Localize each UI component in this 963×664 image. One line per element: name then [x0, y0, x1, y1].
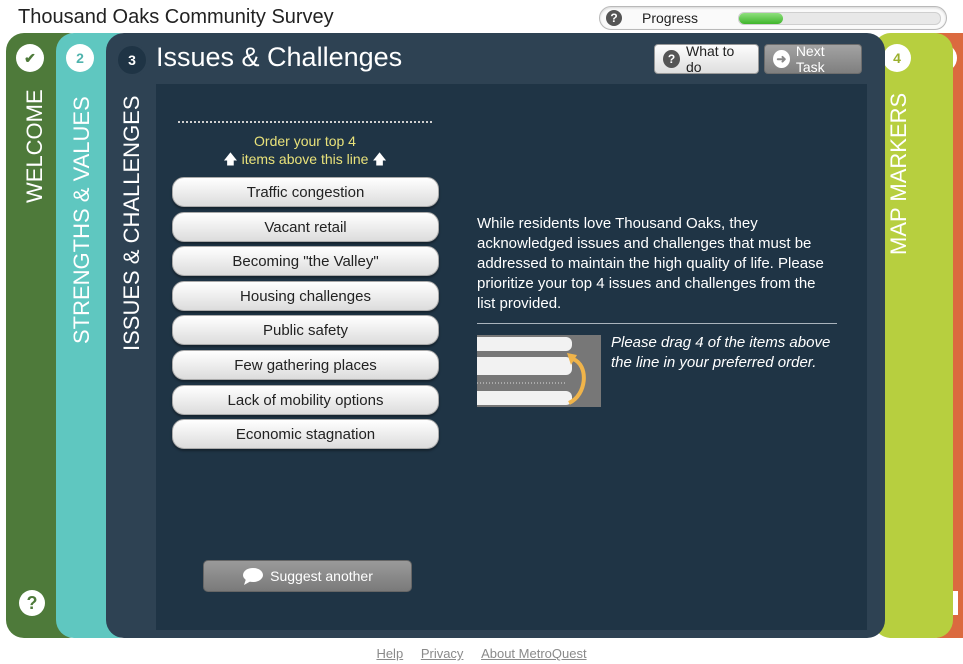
list-item-traffic-congestion[interactable]: Traffic congestion	[172, 177, 439, 207]
footer: Help Privacy About MetroQuest	[0, 646, 963, 661]
question-icon: ?	[663, 50, 681, 68]
help-icon[interactable]: ?	[19, 590, 45, 616]
tab-map-number: 4	[883, 44, 911, 72]
progress-indicator: ? Progress	[599, 6, 947, 30]
arrow-up-icon: 🡅	[372, 151, 387, 167]
footer-help-link[interactable]: Help	[376, 646, 403, 661]
list-item-vacant-retail[interactable]: Vacant retail	[172, 212, 439, 242]
drag-illustration	[477, 335, 601, 407]
order-hint-line2: items above this line	[241, 151, 369, 167]
app-title: Thousand Oaks Community Survey	[18, 6, 334, 28]
help-icon[interactable]: ?	[606, 10, 622, 26]
list-item-public-safety[interactable]: Public safety	[172, 315, 439, 345]
page-title: Issues & Challenges	[156, 42, 403, 72]
arrow-up-icon: 🡅	[223, 151, 238, 167]
progress-fill	[739, 13, 784, 24]
list-item-becoming-the-valley[interactable]: Becoming "the Valley"	[172, 246, 439, 276]
tab-map-markers[interactable]: 4 MAP MARKERS	[873, 33, 953, 638]
divider	[477, 323, 837, 324]
tab-strengths-number: 2	[66, 44, 94, 72]
task-description: While residents love Thousand Oaks, they…	[477, 215, 824, 312]
ranking-cutoff-line	[178, 121, 432, 123]
footer-about-link[interactable]: About MetroQuest	[481, 646, 587, 661]
what-to-do-label: What to do	[686, 43, 735, 75]
tab-welcome-label: WELCOME	[22, 89, 47, 203]
tab-map-label: MAP MARKERS	[886, 92, 911, 255]
next-task-button[interactable]: ➜ Next Task	[764, 43, 862, 75]
speech-bubble-icon	[243, 568, 264, 585]
list-item-economic-stagnation[interactable]: Economic stagnation	[172, 419, 439, 449]
progress-track	[738, 12, 941, 25]
suggest-another-label: Suggest another	[270, 568, 373, 584]
next-task-label: Next Task	[795, 43, 825, 75]
check-icon: ✔	[16, 44, 44, 72]
tab-issues-number: 3	[116, 44, 148, 76]
what-to-do-button[interactable]: ? What to do	[654, 43, 759, 75]
list-item-few-gathering-places[interactable]: Few gathering places	[172, 350, 439, 380]
order-hint: Order your top 4 🡅 items above this line…	[178, 132, 432, 168]
tab-issues-label: ISSUES & CHALLENGES	[119, 95, 144, 351]
list-item-lack-of-mobility-options[interactable]: Lack of mobility options	[172, 385, 439, 415]
arrow-right-icon: ➜	[773, 50, 790, 68]
order-hint-line1: Order your top 4	[254, 133, 356, 149]
progress-label: Progress	[642, 10, 699, 26]
suggest-another-button[interactable]: Suggest another	[203, 560, 412, 592]
drag-instruction: Please drag 4 of the items above the lin…	[611, 334, 831, 371]
footer-privacy-link[interactable]: Privacy	[421, 646, 464, 661]
list-item-housing-challenges[interactable]: Housing challenges	[172, 281, 439, 311]
tab-strengths-label: STRENGTHS & VALUES	[69, 96, 94, 344]
